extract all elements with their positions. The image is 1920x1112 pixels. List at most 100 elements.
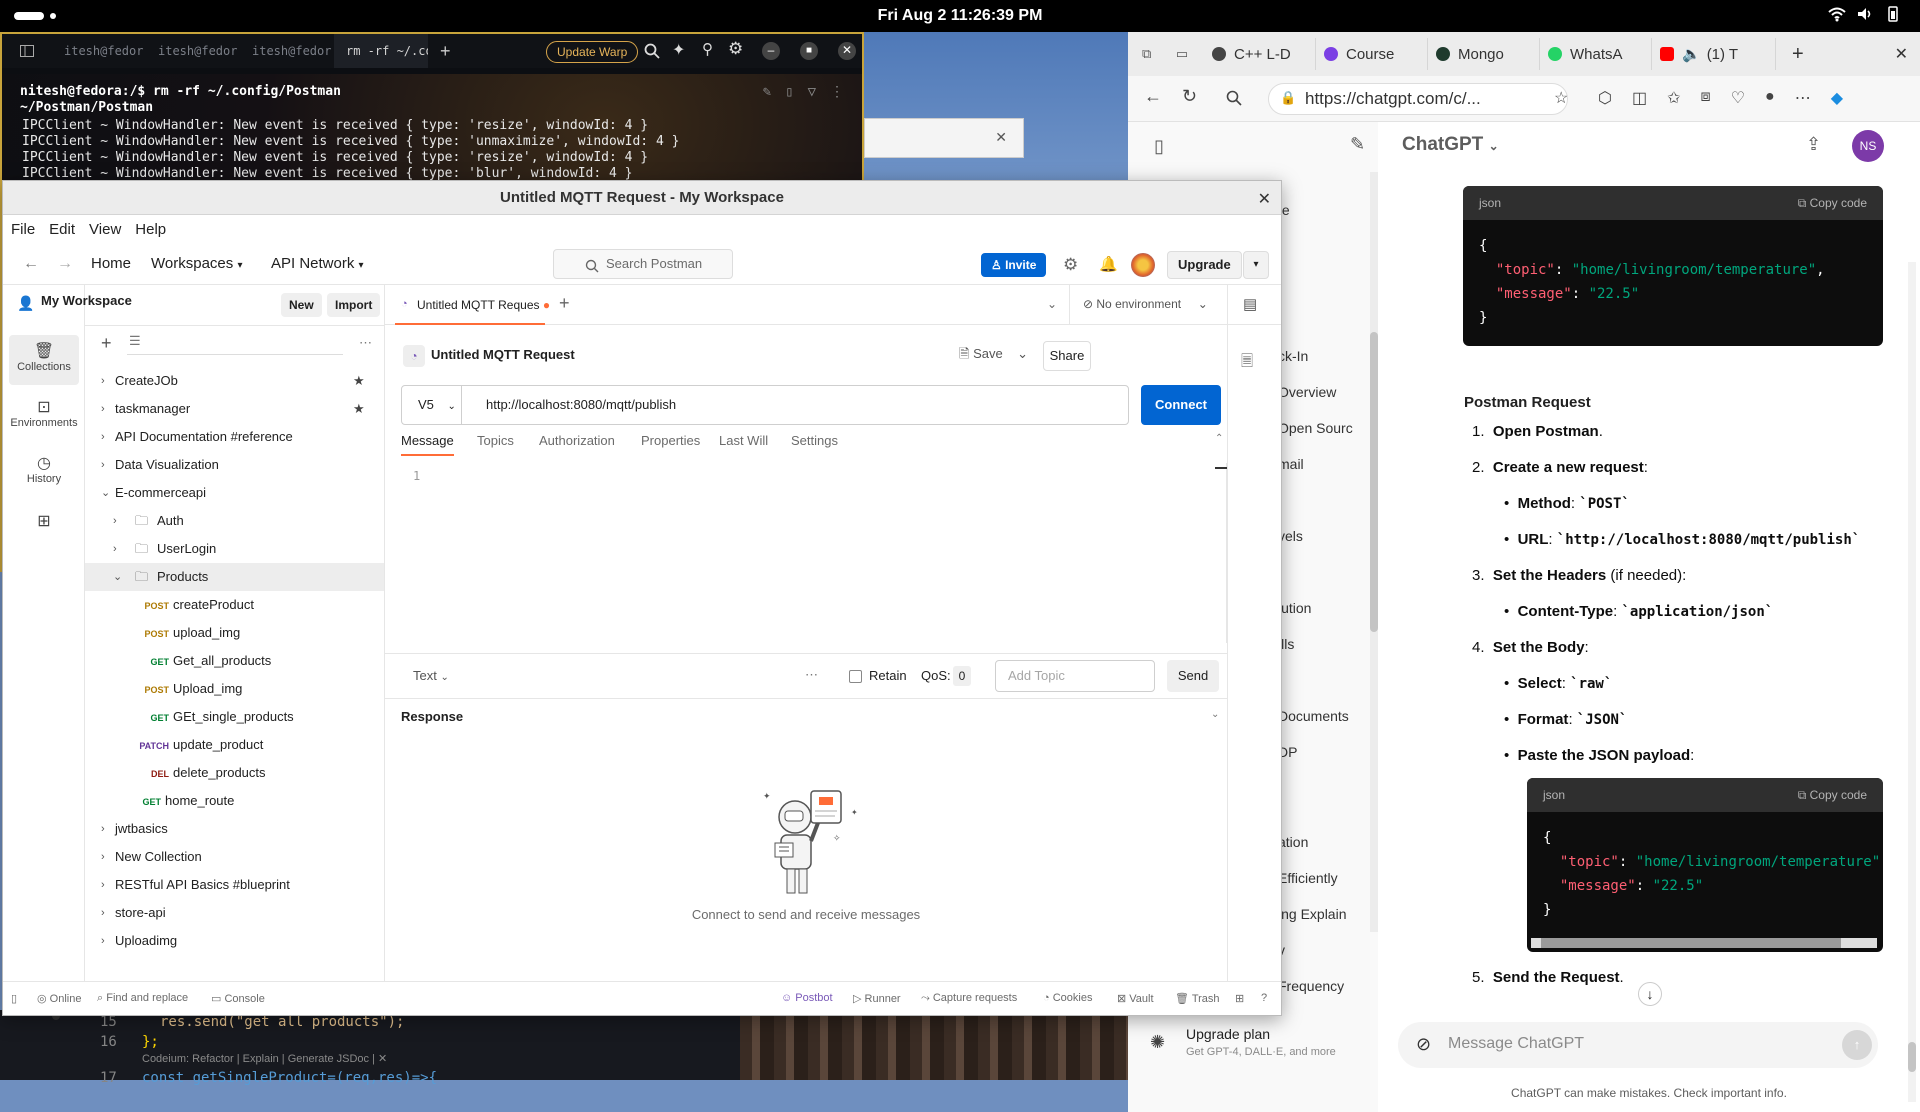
tab-properties[interactable]: Properties: [641, 433, 700, 448]
conversation-scrollbar[interactable]: [1908, 262, 1916, 1102]
close-window-icon[interactable]: ✕: [1895, 44, 1920, 64]
rail-configure[interactable]: ⊞: [9, 505, 79, 555]
tabs-overflow-icon[interactable]: ⌄: [1047, 297, 1057, 311]
find-replace[interactable]: ⌕ Find and replace: [97, 992, 188, 1005]
tab-untitled-mqtt[interactable]: Untitled MQTT Reques ●: [395, 285, 550, 325]
browser-tab[interactable]: 🔈 (1) T: [1652, 38, 1776, 70]
system-tray[interactable]: [1828, 6, 1902, 22]
share-icon[interactable]: ⇪: [1806, 134, 1821, 155]
folder-item[interactable]: ⌄ 🗀 Products: [85, 563, 384, 591]
back-icon[interactable]: ←: [1144, 86, 1162, 107]
warp-tabs-panel-icon[interactable]: [2, 45, 52, 57]
close-icon[interactable]: ✕: [995, 129, 1007, 146]
retain-checkbox[interactable]: [849, 670, 862, 683]
collection-item[interactable]: › Data Visualization: [85, 451, 384, 479]
layout-icon[interactable]: ⊞: [1235, 992, 1244, 1005]
chat-history-item[interactable]: Overview: [1278, 384, 1336, 400]
more-options-icon[interactable]: ⋯: [1795, 88, 1811, 108]
warp-tab[interactable]: itesh@fedor: [240, 34, 334, 68]
more-options-icon[interactable]: ⋯: [805, 667, 818, 683]
collection-item[interactable]: › jwtbasics: [85, 815, 384, 843]
chat-history-item[interactable]: Frequency: [1278, 978, 1344, 994]
browser-tab[interactable]: C++ L-D: [1204, 38, 1316, 70]
runner[interactable]: ▷ Runner: [853, 992, 901, 1005]
request-item[interactable]: POST upload_img: [85, 619, 384, 647]
more-options-icon[interactable]: ⋯: [359, 335, 372, 351]
trash[interactable]: 🗑 Trash: [1175, 992, 1220, 1005]
notifications-bell-icon[interactable]: 🔔: [1099, 255, 1118, 273]
rail-collections[interactable]: 🗑 Collections: [9, 335, 79, 385]
avatar[interactable]: NS: [1852, 130, 1884, 162]
search-input[interactable]: Search Postman: [553, 249, 733, 279]
menu-edit[interactable]: Edit: [49, 221, 75, 238]
rail-environments[interactable]: ⊡ Environments: [9, 391, 79, 441]
copy-code-button[interactable]: ⧉ Copy code: [1798, 196, 1867, 211]
battery-icon[interactable]: [1884, 6, 1902, 22]
tab-message[interactable]: Message: [401, 433, 454, 456]
close-icon[interactable]: ✕: [838, 42, 856, 60]
request-item[interactable]: GET GEt_single_products: [85, 703, 384, 731]
settings-gear-icon[interactable]: ⚙: [1063, 255, 1078, 275]
postman-window[interactable]: Untitled MQTT Request - My Workspace ✕ F…: [2, 180, 1282, 1016]
minimize-icon[interactable]: –: [762, 42, 780, 60]
expand-response-icon[interactable]: ⌄: [1211, 709, 1219, 720]
chat-history-item[interactable]: ing Explain: [1278, 906, 1347, 922]
chat-history-item[interactable]: Open Sourc: [1278, 420, 1353, 436]
share-button[interactable]: Share: [1043, 341, 1091, 371]
chat-history-item[interactable]: Efficiently: [1278, 870, 1338, 886]
qos-select[interactable]: 0: [953, 666, 971, 686]
send-icon[interactable]: ↑: [1842, 1030, 1872, 1060]
filter-input[interactable]: ☰: [127, 333, 343, 355]
pin-icon[interactable]: ✎: [763, 84, 771, 100]
browser-essentials-icon[interactable]: ♡: [1731, 88, 1745, 108]
split-screen-icon[interactable]: ◫: [1632, 88, 1647, 108]
nav-api-network[interactable]: API Network ▾: [271, 255, 364, 272]
message-editor[interactable]: 1: [401, 463, 1227, 643]
message-input[interactable]: Message ChatGPT: [1448, 1035, 1584, 1053]
wifi-icon[interactable]: [1828, 6, 1846, 22]
chevron-right-icon[interactable]: ›: [101, 395, 105, 423]
code-editor-window[interactable]: 15 res.send("get all products"); 16 }; C…: [0, 1010, 740, 1086]
attach-icon[interactable]: ⊘: [1416, 1034, 1431, 1055]
code-line[interactable]: const getSingleProduct=(req,res)=>{: [142, 1070, 437, 1086]
new-button[interactable]: New: [281, 293, 322, 317]
copilot-icon[interactable]: ◆: [1831, 88, 1843, 108]
workspace-name[interactable]: My Workspace: [41, 293, 132, 308]
browser-tab[interactable]: Mongo: [1428, 38, 1540, 70]
ai-sparkle-icon[interactable]: ✦: [672, 40, 685, 60]
search-icon[interactable]: [1226, 90, 1242, 106]
volume-icon[interactable]: [1856, 6, 1874, 22]
chat-history-item[interactable]: lution: [1278, 600, 1311, 616]
nav-workspaces[interactable]: Workspaces ▾: [151, 255, 242, 272]
maximize-icon[interactable]: ■: [800, 42, 818, 60]
chevron-right-icon[interactable]: ›: [101, 815, 105, 843]
collection-item[interactable]: › taskmanager ★: [85, 395, 384, 423]
browser-tab[interactable]: Course: [1316, 38, 1428, 70]
code-content[interactable]: { "topic": "home/livingroom/temperature"…: [1463, 220, 1883, 344]
chevron-right-icon[interactable]: ›: [101, 843, 105, 871]
topic-input[interactable]: Add Topic: [995, 660, 1155, 692]
bookmark-icon[interactable]: ▯: [785, 84, 793, 100]
request-item[interactable]: POST Upload_img: [85, 675, 384, 703]
online-status[interactable]: ◎ Online: [37, 992, 81, 1005]
request-item[interactable]: GET home_route: [85, 787, 384, 815]
tab-actions-icon[interactable]: ▭: [1160, 46, 1204, 62]
add-collection-icon[interactable]: +: [101, 333, 112, 354]
block-actions[interactable]: ✎ ▯ ▽ ⋮: [763, 84, 844, 100]
chevron-right-icon[interactable]: ›: [113, 535, 117, 563]
favorite-star-icon[interactable]: ☆: [1554, 88, 1568, 108]
code-line[interactable]: res.send("get all products");: [160, 1014, 404, 1030]
code-line[interactable]: };: [142, 1034, 159, 1050]
star-icon[interactable]: ★: [353, 395, 365, 423]
copy-code-button[interactable]: ⧉ Copy code: [1798, 788, 1867, 803]
back-icon[interactable]: ←: [23, 255, 39, 273]
warp-tab-active[interactable]: rm -rf ~/.confi: [334, 34, 428, 68]
import-button[interactable]: Import: [327, 293, 381, 317]
url-field[interactable]: https://chatgpt.com/c/...: [1268, 83, 1568, 115]
horizontal-scrollbar[interactable]: [1531, 938, 1877, 948]
profile-icon[interactable]: ●: [1765, 88, 1775, 108]
request-title[interactable]: Untitled MQTT Request: [431, 347, 575, 362]
collapse-icon[interactable]: ⌃: [1215, 433, 1223, 444]
avatar[interactable]: [1131, 253, 1155, 277]
collection-item[interactable]: › New Collection: [85, 843, 384, 871]
